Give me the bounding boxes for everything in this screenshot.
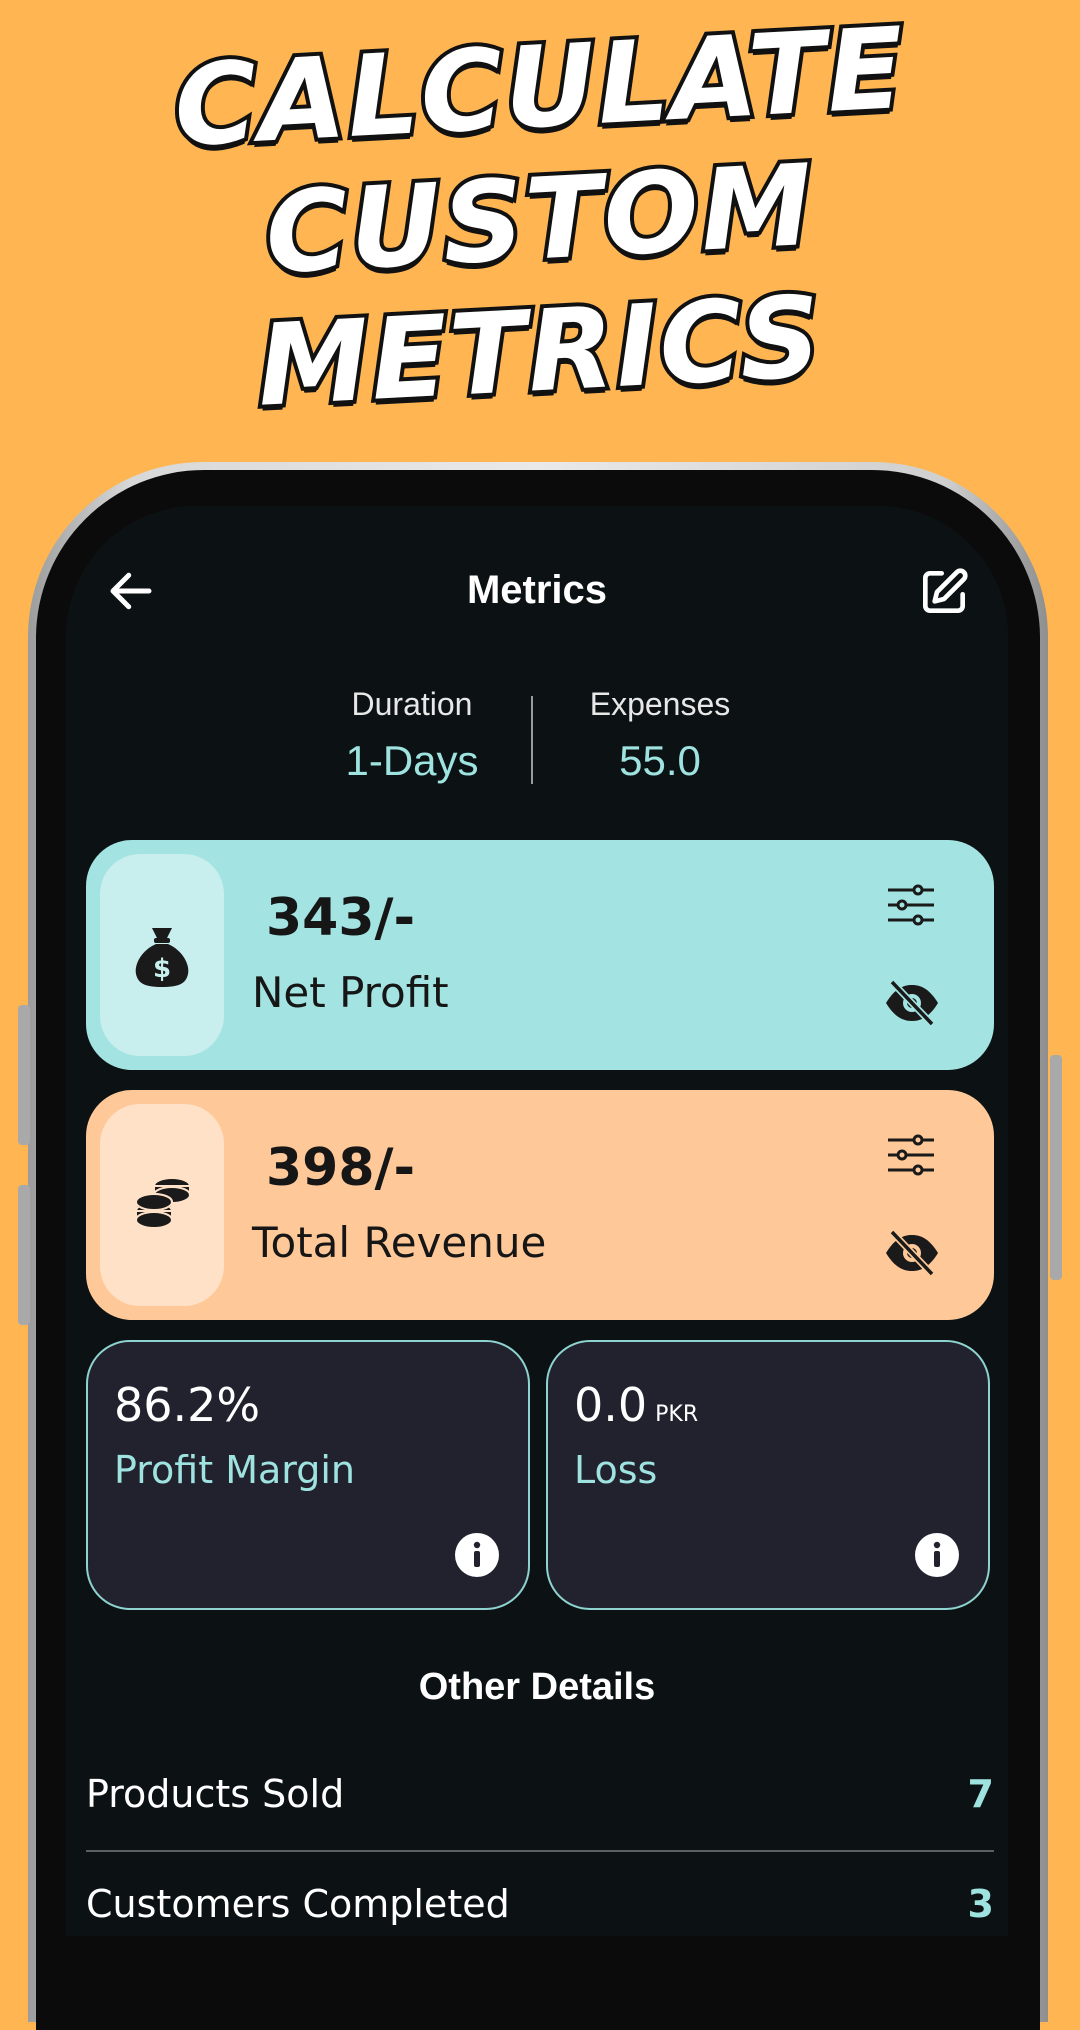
- total-revenue-card[interactable]: 398/- Total Revenue: [86, 1090, 994, 1320]
- customers-completed-label: Customers Completed: [86, 1882, 510, 1926]
- net-profit-hide-button[interactable]: [884, 978, 940, 1028]
- total-revenue-label: Total Revenue: [252, 1218, 547, 1267]
- detail-divider: [86, 1850, 994, 1852]
- money-bag-icon: $: [135, 928, 189, 987]
- net-profit-filter-button[interactable]: [886, 880, 936, 930]
- total-revenue-filter-button[interactable]: [886, 1130, 936, 1180]
- profit-margin-label: Profit Margin: [114, 1448, 355, 1492]
- coins-stack-icon: [135, 1177, 191, 1229]
- summary-divider: [531, 696, 533, 784]
- products-sold-label: Products Sold: [86, 1772, 345, 1816]
- summary-bar: Duration 1-Days Expenses 55.0: [66, 686, 1008, 786]
- profit-margin-number: 86.2%: [114, 1378, 261, 1432]
- detail-row-customers-completed: Customers Completed 3: [86, 1854, 994, 1936]
- total-revenue-amount: 398/-: [266, 1138, 416, 1198]
- duration-value: 1-Days: [345, 737, 479, 784]
- app-bar: Metrics: [66, 506, 1008, 676]
- promo-headline: CALCULATE CUSTOM METRICS: [0, 0, 1080, 436]
- total-revenue-icon-box: [100, 1104, 224, 1306]
- edit-square-icon: [923, 568, 968, 613]
- other-details-title: Other Details: [418, 1666, 656, 1708]
- eye-off-icon: [886, 1229, 938, 1277]
- edit-button[interactable]: [916, 564, 972, 620]
- page-title: Metrics: [466, 568, 608, 612]
- phone-side-button-right: [1050, 1055, 1062, 1280]
- net-profit-icon-box: $: [100, 854, 224, 1056]
- phone-side-button-left-1: [18, 1005, 30, 1145]
- loss-label: Loss: [574, 1448, 658, 1492]
- phone-side-button-left-2: [18, 1185, 30, 1325]
- loss-value: 0.0 PKR: [574, 1378, 698, 1432]
- tune-sliders-icon: [888, 1134, 934, 1176]
- net-profit-card[interactable]: $ 343/- Net Profit: [86, 840, 994, 1070]
- duration-block[interactable]: Duration 1-Days: [292, 686, 532, 785]
- svg-text:$: $: [153, 954, 171, 984]
- net-profit-label: Net Profit: [252, 968, 449, 1017]
- app-screen: Metrics Duration 1-Days Expenses 55.0 $: [66, 506, 1008, 1936]
- loss-info-button[interactable]: [914, 1532, 960, 1578]
- profit-margin-info-button[interactable]: [454, 1532, 500, 1578]
- products-sold-value: 7: [967, 1772, 994, 1816]
- duration-label: Duration: [351, 686, 473, 722]
- profit-margin-card[interactable]: 86.2% Profit Margin: [86, 1340, 530, 1610]
- loss-card[interactable]: 0.0 PKR Loss: [546, 1340, 990, 1610]
- info-icon: [915, 1533, 959, 1577]
- loss-unit: PKR: [655, 1402, 699, 1427]
- tune-sliders-icon: [888, 884, 934, 926]
- loss-number: 0.0: [574, 1378, 648, 1432]
- net-profit-amount: 343/-: [266, 888, 416, 948]
- expenses-label: Expenses: [589, 686, 731, 722]
- eye-off-icon: [886, 979, 938, 1027]
- customers-completed-value: 3: [967, 1882, 994, 1926]
- info-icon: [455, 1533, 499, 1577]
- profit-margin-value: 86.2%: [114, 1378, 260, 1432]
- expenses-block[interactable]: Expenses 55.0: [540, 686, 780, 785]
- expenses-value: 55.0: [619, 737, 701, 784]
- detail-row-products-sold: Products Sold 7: [86, 1744, 994, 1844]
- total-revenue-hide-button[interactable]: [884, 1228, 940, 1278]
